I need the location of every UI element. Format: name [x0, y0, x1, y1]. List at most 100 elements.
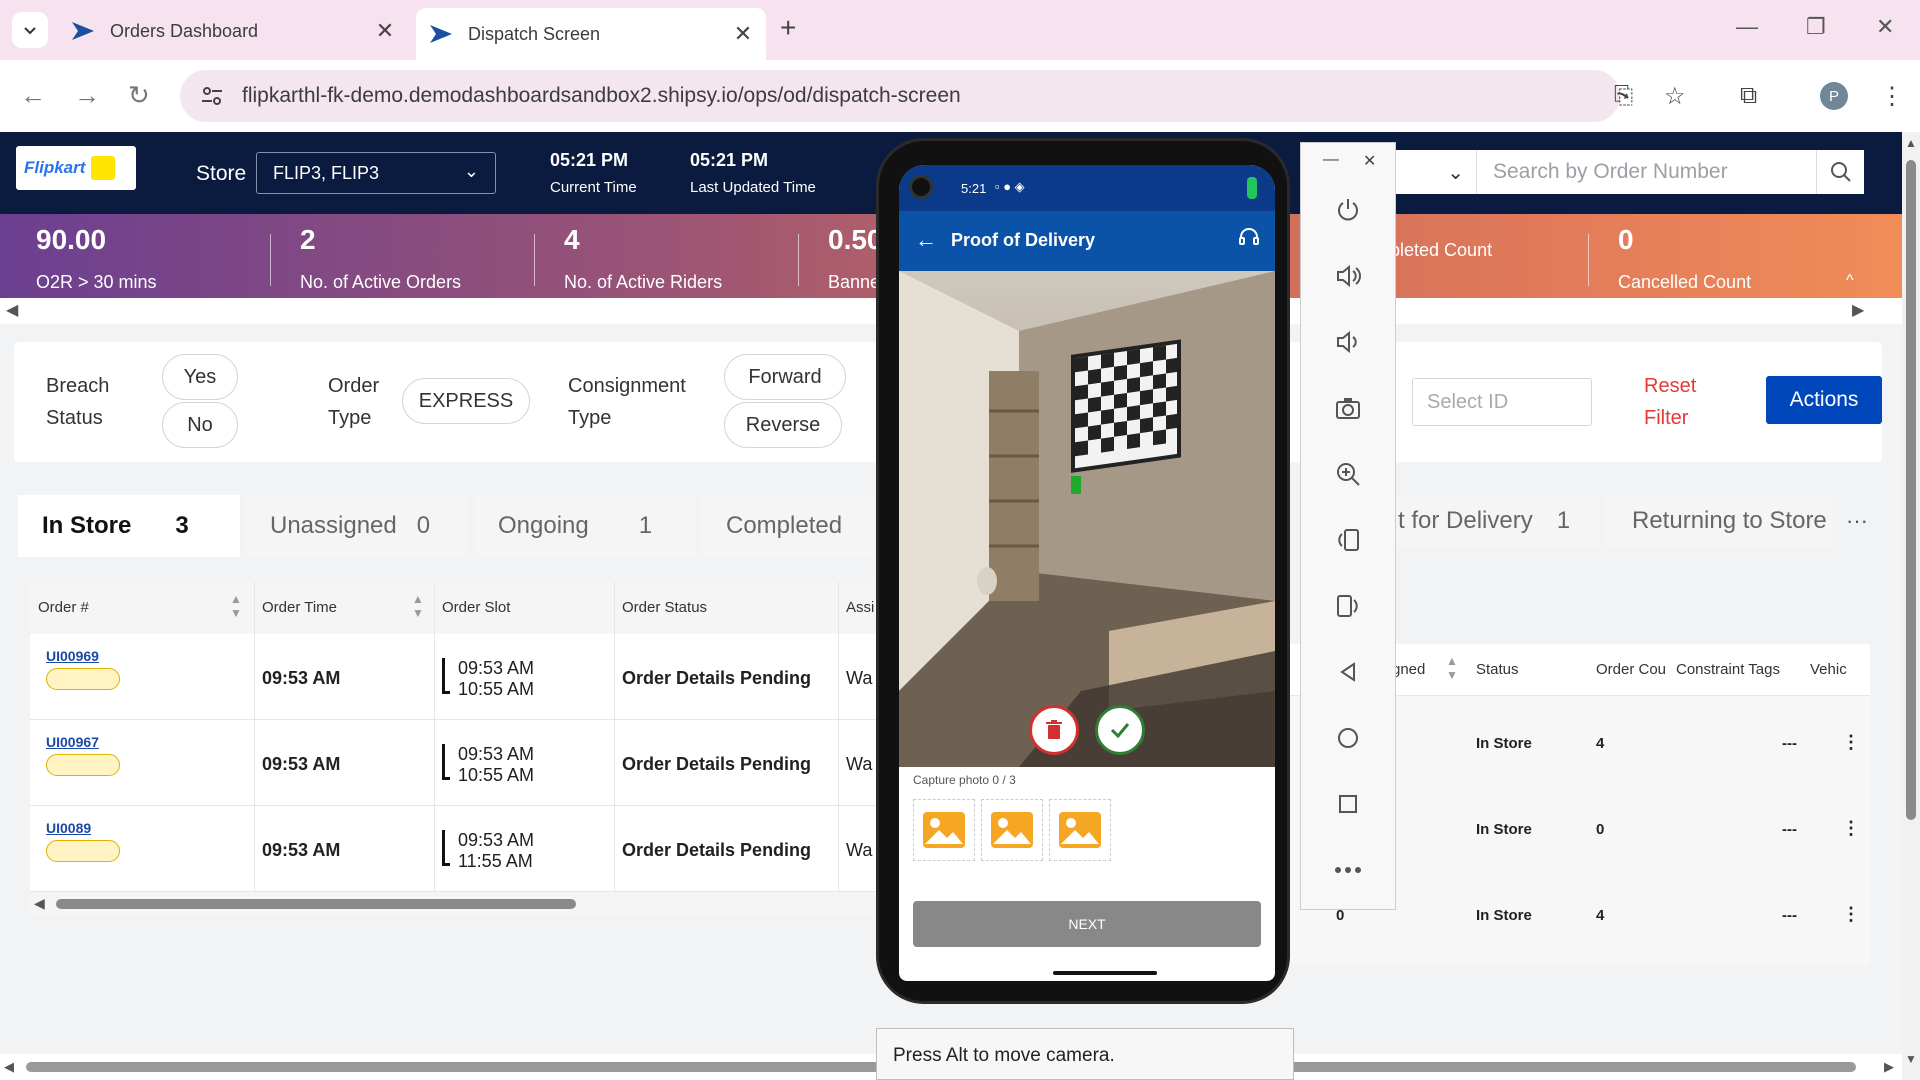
- more-tabs-icon[interactable]: ···: [1846, 508, 1868, 534]
- sort-icon[interactable]: ▲ ▼: [412, 592, 424, 620]
- photo-slot-2[interactable]: [981, 799, 1043, 861]
- rotate-left-icon[interactable]: [1331, 523, 1365, 557]
- tab-label: In Store: [42, 512, 132, 539]
- browser-menu-icon[interactable]: ⋮: [1880, 82, 1904, 111]
- current-time: 05:21 PM Current Time: [550, 150, 637, 196]
- tab-in-store[interactable]: In Store 3: [18, 495, 240, 557]
- tab-ongoing[interactable]: Ongoing 1: [474, 495, 696, 557]
- store-select[interactable]: FLIP3, FLIP3 ⌄: [256, 152, 496, 194]
- headset-icon[interactable]: [1237, 225, 1261, 249]
- col-order-slot: Order Slot: [442, 599, 511, 616]
- restore-icon[interactable]: ❐: [1806, 14, 1826, 40]
- close-tab-icon[interactable]: ✕: [370, 18, 400, 44]
- breach-no-pill[interactable]: No: [162, 402, 238, 448]
- orders-table: Order # ▲ ▼ Order Time ▲ ▼ Order Slot Orde…: [30, 582, 890, 916]
- image-placeholder-icon: [1059, 812, 1101, 848]
- rider-status: In Store: [1476, 821, 1532, 838]
- row-menu-icon[interactable]: ⋮: [1842, 732, 1860, 753]
- metric-label: pleted Count: [1390, 240, 1493, 260]
- more-options-icon[interactable]: [1331, 853, 1365, 887]
- volume-up-icon[interactable]: [1331, 259, 1365, 293]
- image-placeholder-icon: [991, 812, 1033, 848]
- scrollbar-thumb[interactable]: [56, 899, 576, 909]
- order-id-link[interactable]: UI00967: [46, 734, 99, 750]
- bookmark-star-icon[interactable]: ☆: [1664, 82, 1686, 111]
- delete-photo-button[interactable]: [1029, 705, 1079, 755]
- reload-icon[interactable]: ↻: [128, 80, 150, 111]
- url-field[interactable]: flipkarthl-fk-demo.demodashboardsandbox2…: [180, 70, 1620, 122]
- extensions-icon[interactable]: ⧉: [1740, 82, 1757, 110]
- chevron-down-icon: ⌄: [463, 161, 479, 181]
- breach-yes-pill[interactable]: Yes: [162, 354, 238, 400]
- minimize-icon[interactable]: —: [1736, 14, 1758, 40]
- tab-title: Orders Dashboard: [110, 20, 259, 41]
- close-icon[interactable]: ✕: [1363, 151, 1376, 171]
- scrollbar-thumb[interactable]: [1906, 160, 1916, 820]
- site-info-icon[interactable]: [198, 82, 226, 110]
- next-button[interactable]: NEXT: [913, 901, 1261, 947]
- new-tab-button[interactable]: +: [780, 12, 796, 44]
- back-arrow-icon[interactable]: ←: [915, 227, 937, 253]
- zoom-in-icon[interactable]: [1331, 457, 1365, 491]
- back-triangle-icon[interactable]: [1331, 655, 1365, 689]
- forward-icon[interactable]: →: [74, 80, 100, 111]
- orders-table-scrollbar[interactable]: ◀: [30, 892, 890, 916]
- confirm-photo-button[interactable]: [1095, 705, 1145, 755]
- scroll-down-icon[interactable]: ▼: [1905, 1052, 1917, 1066]
- scroll-left-icon[interactable]: ◀: [4, 1059, 14, 1075]
- rotate-right-icon[interactable]: [1331, 589, 1365, 623]
- tab-out-for-delivery[interactable]: t for Delivery 1: [1386, 495, 1600, 547]
- volume-down-icon[interactable]: [1331, 325, 1365, 359]
- consignment-type-label: Consignment Type: [568, 370, 686, 434]
- scroll-left-icon[interactable]: ◀: [6, 300, 18, 320]
- sort-icon[interactable]: ▲ ▼: [1446, 654, 1458, 682]
- actions-button[interactable]: Actions: [1766, 376, 1882, 424]
- home-gesture-bar[interactable]: [1053, 971, 1157, 975]
- order-id-link[interactable]: UI00969: [46, 648, 99, 664]
- camera-tooltip: Press Alt to move camera.: [876, 1028, 1294, 1080]
- forward-pill[interactable]: Forward: [724, 354, 846, 400]
- tab-unassigned[interactable]: Unassigned 0: [246, 495, 468, 557]
- photo-slot-3[interactable]: [1049, 799, 1111, 861]
- express-pill[interactable]: EXPRESS: [402, 378, 530, 424]
- row-menu-icon[interactable]: ⋮: [1842, 818, 1860, 839]
- table-row[interactable]: UI00967 09:53 AM 09:53 AM 10:55 AM Order…: [30, 720, 890, 806]
- reverse-pill[interactable]: Reverse: [724, 402, 842, 448]
- row-menu-icon[interactable]: ⋮: [1842, 904, 1860, 925]
- reset-filter-link[interactable]: Reset Filter: [1644, 370, 1696, 434]
- close-tab-icon[interactable]: ✕: [728, 21, 758, 47]
- tab-dispatch-screen[interactable]: Dispatch Screen ✕: [416, 8, 766, 60]
- scroll-right-icon[interactable]: ▶: [1852, 300, 1864, 320]
- tab-returning-to-store[interactable]: Returning to Store: [1606, 495, 1832, 547]
- page-vertical-scrollbar[interactable]: ▲ ▼: [1902, 132, 1920, 1080]
- search-button[interactable]: [1816, 150, 1864, 194]
- install-app-icon[interactable]: ⎘: [1614, 82, 1633, 110]
- label-line: Consignment: [568, 375, 686, 397]
- tab-title: Dispatch Screen: [468, 23, 601, 44]
- tab-orders-dashboard[interactable]: Orders Dashboard ✕: [58, 10, 408, 52]
- last-updated-time: 05:21 PM Last Updated Time: [690, 150, 816, 196]
- profile-avatar[interactable]: P: [1820, 82, 1848, 110]
- minimize-icon[interactable]: —: [1323, 151, 1339, 169]
- order-search-input[interactable]: Search by Order Number: [1476, 150, 1816, 194]
- order-id-link[interactable]: UI0089: [46, 820, 91, 836]
- overview-square-icon[interactable]: [1331, 787, 1365, 821]
- collapse-metrics-icon[interactable]: ^: [1846, 272, 1854, 290]
- select-id-input[interactable]: Select ID: [1412, 378, 1592, 426]
- close-window-icon[interactable]: ✕: [1876, 14, 1894, 40]
- photo-slot-1[interactable]: [913, 799, 975, 861]
- scroll-up-icon[interactable]: ▲: [1905, 136, 1917, 150]
- home-circle-icon[interactable]: [1331, 721, 1365, 755]
- scroll-right-icon[interactable]: ▶: [1884, 1059, 1894, 1075]
- table-row[interactable]: UI0089 09:53 AM 09:53 AM 11:55 AM Order …: [30, 806, 890, 892]
- table-row[interactable]: UI00969 09:53 AM 09:53 AM 10:55 AM Order…: [30, 634, 890, 720]
- back-icon[interactable]: ←: [20, 80, 46, 111]
- power-icon[interactable]: [1331, 193, 1365, 227]
- metric-label: No. of Active Orders: [300, 272, 462, 292]
- sort-icon[interactable]: ▲ ▼: [230, 592, 242, 620]
- camera-icon[interactable]: [1331, 391, 1365, 425]
- scroll-left-icon[interactable]: ◀: [34, 895, 45, 912]
- tab-completed[interactable]: Completed: [702, 495, 878, 557]
- order-count: 4: [1596, 907, 1605, 924]
- tab-search-button[interactable]: [12, 12, 48, 48]
